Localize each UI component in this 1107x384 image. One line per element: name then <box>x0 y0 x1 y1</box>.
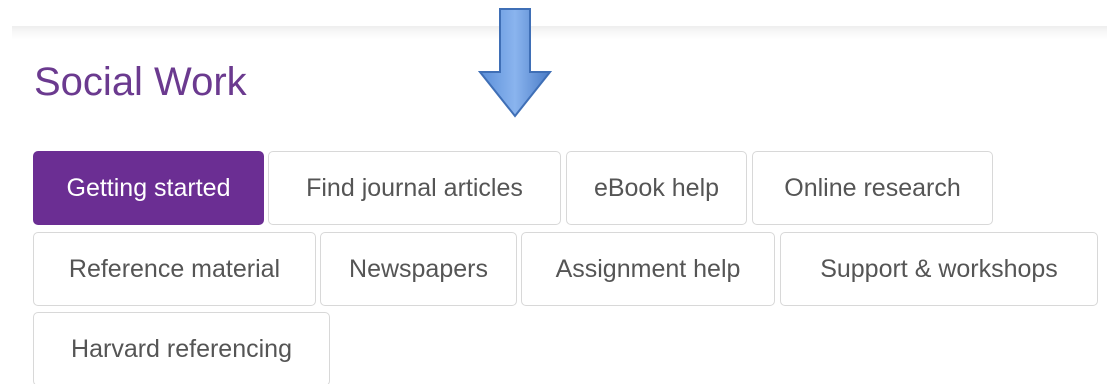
tab-assignment-help[interactable]: Assignment help <box>521 232 775 306</box>
tab-find-journal-articles[interactable]: Find journal articles <box>268 151 561 225</box>
tab-newspapers[interactable]: Newspapers <box>320 232 517 306</box>
down-arrow-icon <box>478 8 552 118</box>
tab-getting-started[interactable]: Getting started <box>33 151 264 225</box>
guide-page: Social Work Getting started Find journal… <box>0 0 1107 384</box>
tab-harvard-referencing[interactable]: Harvard referencing <box>33 312 330 384</box>
tab-ebook-help[interactable]: eBook help <box>566 151 747 225</box>
tab-online-research[interactable]: Online research <box>752 151 993 225</box>
tab-support-workshops[interactable]: Support & workshops <box>780 232 1098 306</box>
top-divider <box>12 26 1107 40</box>
page-title: Social Work <box>34 60 247 104</box>
tab-reference-material[interactable]: Reference material <box>33 232 316 306</box>
